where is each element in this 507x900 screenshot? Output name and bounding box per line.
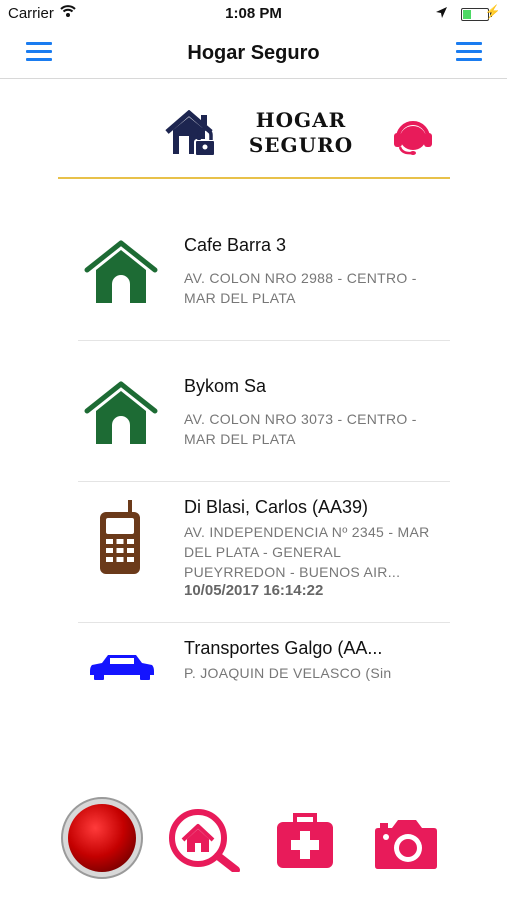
item-title: Transportes Galgo (AA...: [184, 638, 383, 658]
menu-right-button[interactable]: [456, 42, 482, 62]
item-title: Cafe Barra 3: [184, 235, 287, 255]
item-address: P. JOAQUIN DE VELASCO (Sin: [184, 665, 392, 681]
list-item[interactable]: Transportes Galgo (AA... P. JOAQUIN DE V…: [78, 623, 450, 703]
panic-button[interactable]: [60, 796, 144, 885]
brand-header: HOGAR SEGURO: [0, 80, 507, 180]
house-icon: [84, 381, 158, 450]
item-title: Bykom Sa: [184, 376, 267, 396]
status-bar: Carrier 1:08 PM ⚡: [0, 0, 507, 28]
page-title: Hogar Seguro: [187, 42, 320, 64]
brand-line-1: HOGAR: [255, 108, 347, 132]
location-arrow-icon: [436, 5, 447, 22]
house-icon: [84, 240, 158, 309]
brand-divider: [58, 177, 450, 179]
clock: 1:08 PM: [225, 5, 282, 22]
list-item[interactable]: Di Blasi, Carlos (AA39) AV. INDEPENDENCI…: [78, 482, 450, 623]
brand-wordmark: HOGAR SEGURO: [244, 108, 358, 158]
navigation-bar: Hogar Seguro: [0, 28, 507, 79]
list-item[interactable]: Cafe Barra 3 AV. COLON NRO 2988 - CENTRO…: [78, 200, 450, 341]
account-list: Cafe Barra 3 AV. COLON NRO 2988 - CENTRO…: [78, 200, 450, 703]
item-address: AV. INDEPENDENCIA Nº 2345 - MAR DEL PLAT…: [184, 524, 430, 580]
charging-icon: ⚡: [484, 4, 501, 19]
item-address: AV. COLON NRO 3073 - CENTRO - MAR DEL PL…: [184, 411, 417, 447]
headset-support-icon[interactable]: [392, 116, 434, 161]
cellphone-icon: [98, 500, 142, 581]
brand-line-2: SEGURO: [248, 133, 354, 157]
house-search-icon[interactable]: [166, 808, 244, 877]
camera-icon[interactable]: [374, 816, 438, 875]
item-address: AV. COLON NRO 2988 - CENTRO - MAR DEL PL…: [184, 270, 417, 306]
list-item[interactable]: Bykom Sa AV. COLON NRO 3073 - CENTRO - M…: [78, 341, 450, 482]
car-icon: [88, 653, 156, 686]
house-lock-logo-icon: [165, 109, 219, 163]
first-aid-icon[interactable]: [275, 810, 335, 875]
item-title: Di Blasi, Carlos (AA39): [184, 497, 369, 517]
bottom-toolbar: [0, 790, 507, 890]
item-timestamp: 10/05/2017 16:14:22: [184, 582, 324, 599]
